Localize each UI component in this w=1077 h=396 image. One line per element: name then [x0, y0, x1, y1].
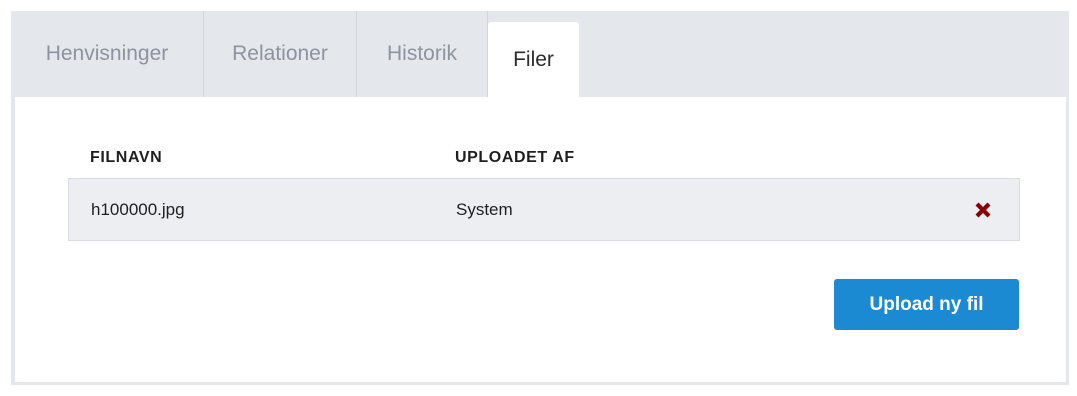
tab-historik[interactable]: Historik	[357, 11, 488, 97]
column-header-uploaded-by: UPLOADET AF	[455, 149, 575, 166]
tab-bar: Henvisninger Relationer Historik Filer	[11, 11, 579, 97]
tab-relationer[interactable]: Relationer	[204, 11, 357, 97]
uploaded-by-cell: System	[456, 199, 513, 219]
tab-filer[interactable]: Filer	[488, 22, 579, 97]
delete-x-icon	[975, 202, 991, 217]
tab-content: FILNAVN UPLOADET AF h100000.jpg System U…	[15, 97, 1066, 382]
files-table: FILNAVN UPLOADET AF h100000.jpg System	[68, 138, 1020, 241]
table-header: FILNAVN UPLOADET AF	[68, 138, 1020, 178]
column-header-filename: FILNAVN	[90, 149, 163, 166]
upload-new-file-button[interactable]: Upload ny fil	[834, 279, 1019, 330]
delete-file-button[interactable]	[947, 201, 1019, 219]
tab-henvisninger[interactable]: Henvisninger	[11, 11, 204, 97]
table-row: h100000.jpg System	[68, 178, 1020, 241]
file-name-cell[interactable]: h100000.jpg	[69, 200, 456, 220]
files-panel: Henvisninger Relationer Historik Filer F…	[11, 11, 1069, 385]
